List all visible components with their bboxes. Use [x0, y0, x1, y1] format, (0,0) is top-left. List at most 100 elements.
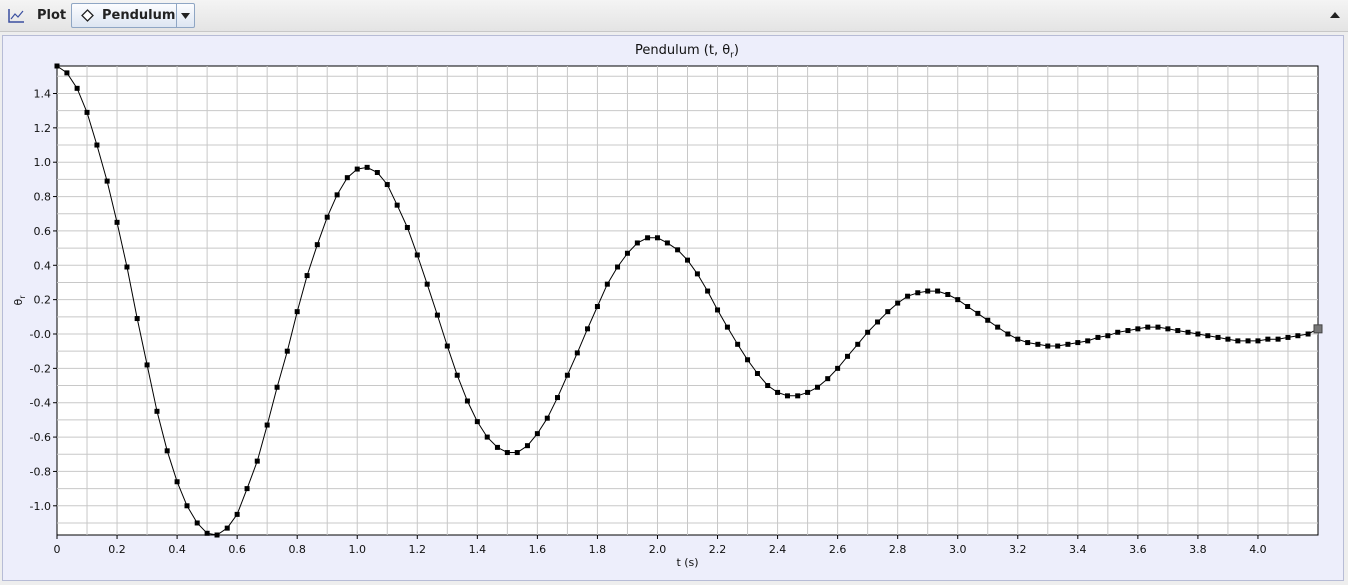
data-point — [1205, 333, 1211, 339]
data-point — [464, 398, 470, 404]
data-point — [1195, 331, 1201, 337]
data-point — [715, 307, 721, 313]
data-point — [154, 408, 160, 414]
data-point — [784, 393, 790, 399]
data-point — [174, 479, 180, 485]
data-point — [754, 371, 760, 377]
data-point — [1245, 338, 1251, 344]
y-tick-label: -1.0 — [30, 500, 51, 513]
data-point — [1255, 338, 1261, 344]
data-point — [214, 532, 220, 538]
data-point — [935, 288, 941, 294]
data-point — [1135, 326, 1141, 332]
data-point — [504, 450, 510, 456]
data-point — [1105, 333, 1111, 339]
x-tick-label: 3.0 — [949, 543, 967, 556]
x-tick-label: 2.6 — [829, 543, 847, 556]
data-point — [825, 376, 831, 382]
data-point — [885, 309, 891, 315]
data-point — [324, 214, 330, 220]
data-point — [855, 341, 861, 347]
data-point — [574, 350, 580, 356]
data-point — [1155, 324, 1161, 330]
data-point — [1035, 341, 1041, 347]
data-point — [875, 319, 881, 325]
data-point — [484, 434, 490, 440]
data-point — [334, 192, 340, 198]
data-point — [284, 348, 290, 354]
data-point — [1145, 324, 1151, 330]
data-point — [254, 458, 260, 464]
data-point — [204, 530, 210, 536]
data-point — [955, 297, 961, 303]
data-point — [1065, 341, 1071, 347]
data-point — [815, 384, 821, 390]
data-point — [925, 288, 931, 294]
data-point — [835, 365, 841, 371]
data-point — [1115, 329, 1121, 335]
x-tick-label: 2.2 — [709, 543, 727, 556]
data-point — [64, 70, 70, 76]
x-tick-label: 3.6 — [1129, 543, 1147, 556]
data-point — [1005, 331, 1011, 337]
data-point — [795, 393, 801, 399]
data-point — [414, 252, 420, 258]
data-point — [965, 304, 971, 310]
data-point — [685, 257, 690, 263]
x-tick-label: 2.8 — [889, 543, 907, 556]
data-point — [384, 182, 390, 188]
y-tick-label: 1.4 — [34, 87, 52, 100]
data-point — [524, 443, 530, 449]
data-point — [274, 384, 280, 390]
data-point — [945, 291, 951, 297]
data-point — [594, 304, 600, 310]
data-point — [1015, 336, 1021, 342]
data-point — [164, 448, 170, 454]
data-point — [244, 486, 250, 492]
data-point — [745, 357, 751, 363]
data-point — [264, 422, 270, 428]
data-point — [1215, 334, 1221, 340]
x-tick-label: 2.4 — [769, 543, 787, 556]
data-point — [314, 242, 320, 248]
y-tick-label: 1.0 — [34, 156, 52, 169]
y-tick-label: -0.2 — [30, 362, 51, 375]
y-tick-label: -0.6 — [30, 431, 51, 444]
x-tick-label: 3.2 — [1009, 543, 1027, 556]
data-point — [1045, 343, 1051, 349]
data-point — [735, 341, 741, 347]
data-point — [374, 170, 380, 176]
x-tick-label: 1.4 — [469, 543, 487, 556]
x-tick-label: 1.2 — [409, 543, 427, 556]
data-point — [604, 281, 610, 287]
data-point — [354, 166, 360, 172]
data-point — [94, 142, 100, 148]
data-point — [124, 264, 130, 270]
y-tick-label: 0.8 — [34, 191, 52, 204]
data-point — [544, 415, 550, 421]
pendulum-chart: 0 0.2 0.4 0.6 0.8 1.0 1.2 1.4 1.6 1.8 2.0 2.2 2.4 2.6… — [12, 63, 1323, 569]
data-point — [304, 273, 310, 279]
data-point — [1055, 343, 1061, 349]
y-axis-label: θr — [12, 295, 27, 306]
y-tick-label: 0.6 — [34, 225, 52, 238]
x-tick-label: 4.0 — [1249, 543, 1267, 556]
data-point — [1095, 334, 1101, 340]
data-point — [1025, 340, 1031, 346]
x-tick-label: 0.6 — [228, 543, 246, 556]
data-point — [554, 395, 560, 401]
data-point — [434, 312, 440, 318]
x-tick-label: 0 — [54, 543, 61, 556]
data-point — [1225, 336, 1231, 342]
data-point — [675, 247, 681, 253]
data-point — [775, 389, 781, 395]
data-point — [1165, 326, 1171, 332]
data-point — [104, 178, 110, 184]
x-axis-label: t (s) — [676, 556, 698, 569]
data-point — [975, 310, 981, 316]
data-point — [805, 389, 811, 395]
data-point — [444, 343, 450, 349]
data-point — [344, 175, 350, 181]
selected-data-point[interactable] — [1313, 324, 1323, 334]
data-point — [494, 444, 500, 450]
